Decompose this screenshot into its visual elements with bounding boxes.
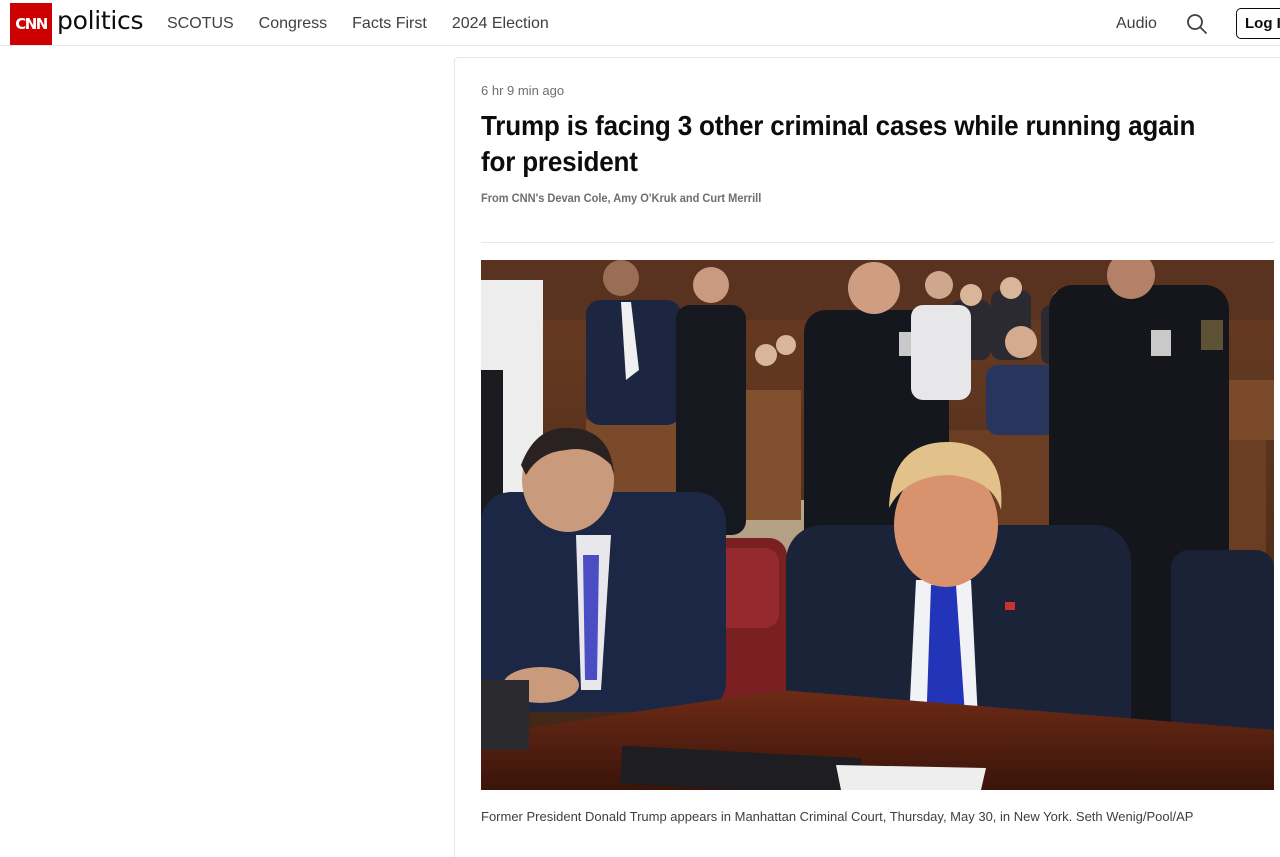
photo-caption: Former President Donald Trump appears in… xyxy=(481,809,1194,824)
politics-section-link[interactable]: politics xyxy=(57,6,143,35)
nav-link-congress[interactable]: Congress xyxy=(259,15,327,33)
post-headline: Trump is facing 3 other criminal cases w… xyxy=(481,110,1196,177)
post-timestamp: 6 hr 9 min ago xyxy=(481,83,565,98)
login-button[interactable]: Log In xyxy=(1236,8,1280,39)
search-icon xyxy=(1187,14,1207,34)
cnn-logo[interactable]: CNN xyxy=(10,3,52,45)
byline-divider xyxy=(481,242,1274,243)
section-nav: SCOTUS Congress Facts First 2024 Electio… xyxy=(167,15,574,33)
search-button[interactable] xyxy=(1186,13,1208,35)
post-byline: From CNN's Devan Cole, Amy O'Kruk and Cu… xyxy=(481,191,762,205)
top-navigation-bar: CNN politics SCOTUS Congress Facts First… xyxy=(0,0,1280,46)
nav-link-scotus[interactable]: SCOTUS xyxy=(167,15,234,33)
audio-link[interactable]: Audio xyxy=(1116,15,1157,33)
nav-link-facts-first[interactable]: Facts First xyxy=(352,15,427,33)
courtroom-photo[interactable] xyxy=(481,260,1274,790)
nav-link-2024-election[interactable]: 2024 Election xyxy=(452,15,549,33)
cnn-logo-text: CNN xyxy=(15,15,48,33)
